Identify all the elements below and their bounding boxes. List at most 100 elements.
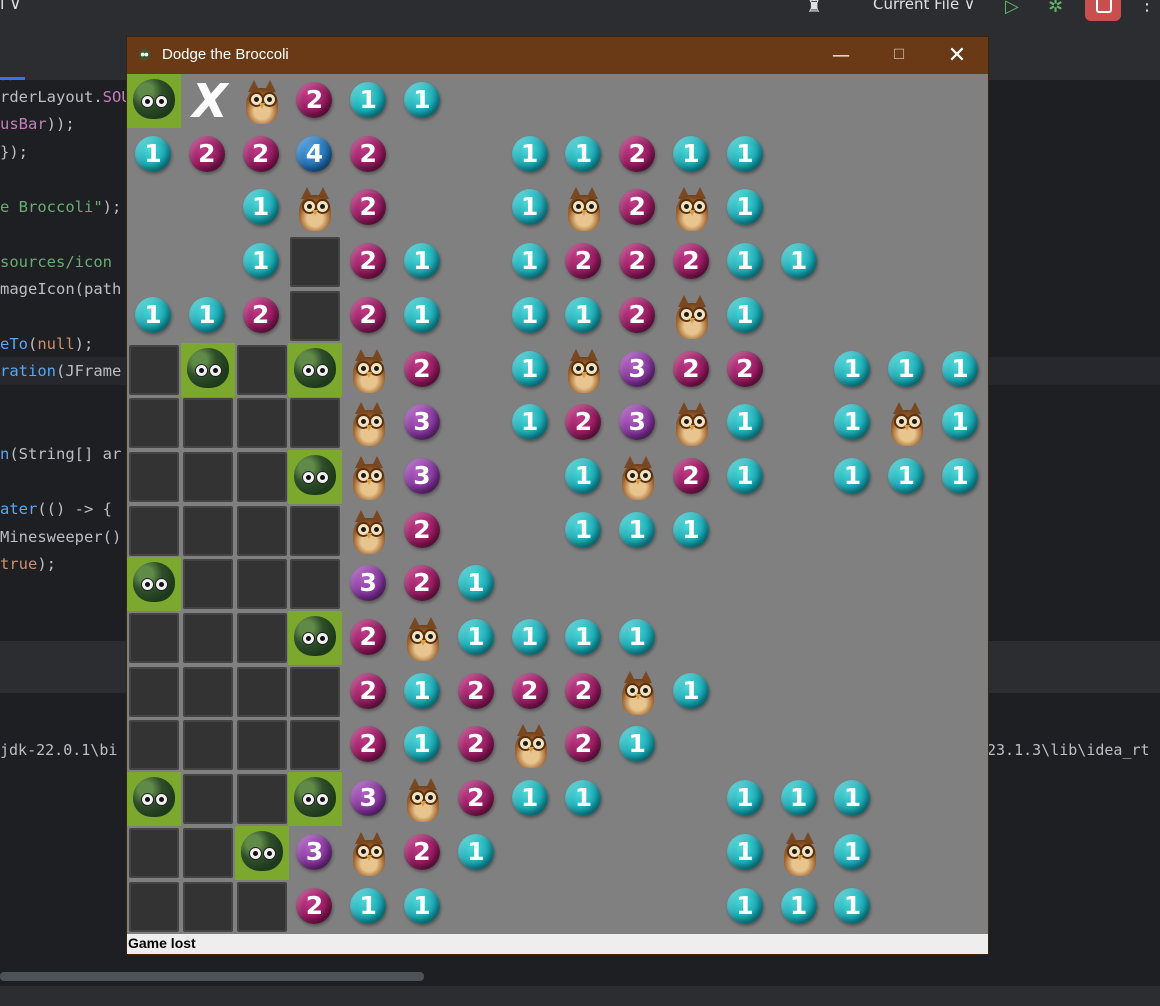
covered-cell[interactable] xyxy=(235,396,289,450)
number-cell[interactable]: 1 xyxy=(235,235,289,289)
number-cell[interactable]: 1 xyxy=(504,128,558,182)
number-cell[interactable]: 1 xyxy=(719,128,773,182)
number-cell[interactable]: 2 xyxy=(288,74,342,128)
number-cell[interactable]: 2 xyxy=(557,718,611,772)
empty-cell[interactable] xyxy=(719,557,773,611)
more-actions-icon[interactable]: ⋮ xyxy=(1138,0,1156,15)
number-cell[interactable]: 1 xyxy=(826,396,880,450)
empty-cell[interactable] xyxy=(826,289,880,343)
broccoli-mine-cell[interactable] xyxy=(288,449,343,504)
empty-cell[interactable] xyxy=(826,718,880,772)
empty-cell[interactable] xyxy=(826,74,880,128)
owl-flag-cell[interactable] xyxy=(611,665,665,719)
owl-flag-cell[interactable] xyxy=(235,74,289,128)
number-cell[interactable]: 1 xyxy=(504,396,558,450)
empty-cell[interactable] xyxy=(773,665,827,719)
empty-cell[interactable] xyxy=(557,557,611,611)
number-cell[interactable]: 1 xyxy=(934,396,988,450)
covered-cell[interactable] xyxy=(288,557,342,611)
window-titlebar[interactable]: Dodge the Broccoli — ☐ ✕ xyxy=(127,37,988,74)
number-cell[interactable]: 2 xyxy=(450,772,504,826)
number-cell[interactable]: 3 xyxy=(342,772,396,826)
number-cell[interactable]: 1 xyxy=(504,343,558,397)
owl-flag-cell[interactable] xyxy=(342,396,396,450)
number-cell[interactable]: 1 xyxy=(934,343,988,397)
empty-cell[interactable] xyxy=(665,880,719,934)
number-cell[interactable]: 1 xyxy=(450,611,504,665)
debug-icon[interactable]: ✲ xyxy=(1048,0,1063,17)
covered-cell[interactable] xyxy=(127,880,181,934)
empty-cell[interactable] xyxy=(611,557,665,611)
empty-cell[interactable] xyxy=(880,289,934,343)
empty-cell[interactable] xyxy=(719,74,773,128)
number-cell[interactable]: 2 xyxy=(611,235,665,289)
number-cell[interactable]: 3 xyxy=(611,396,665,450)
number-cell[interactable]: 1 xyxy=(880,343,934,397)
number-cell[interactable]: 1 xyxy=(504,772,558,826)
number-cell[interactable]: 2 xyxy=(557,665,611,719)
empty-cell[interactable] xyxy=(450,880,504,934)
number-cell[interactable]: 2 xyxy=(665,450,719,504)
covered-cell[interactable] xyxy=(235,557,289,611)
covered-cell[interactable] xyxy=(181,557,235,611)
owl-flag-cell[interactable] xyxy=(665,181,719,235)
broccoli-mine-cell[interactable] xyxy=(288,611,343,665)
number-cell[interactable]: 1 xyxy=(611,504,665,558)
empty-cell[interactable] xyxy=(127,181,181,235)
broccoli-mine-cell[interactable] xyxy=(288,342,343,397)
number-cell[interactable]: 2 xyxy=(342,611,396,665)
number-cell[interactable]: 1 xyxy=(342,880,396,934)
number-cell[interactable]: 1 xyxy=(342,74,396,128)
number-cell[interactable]: 4 xyxy=(288,128,342,182)
number-cell[interactable]: 1 xyxy=(504,181,558,235)
number-cell[interactable]: 1 xyxy=(826,826,880,880)
empty-cell[interactable] xyxy=(934,772,988,826)
empty-cell[interactable] xyxy=(450,235,504,289)
number-cell[interactable]: 1 xyxy=(396,74,450,128)
number-cell[interactable]: 1 xyxy=(719,772,773,826)
broccoli-mine-cell[interactable] xyxy=(127,74,181,128)
empty-cell[interactable] xyxy=(826,557,880,611)
ide-menu-fragment[interactable]: l ∨ xyxy=(0,0,21,13)
empty-cell[interactable] xyxy=(504,826,558,880)
covered-cell[interactable] xyxy=(181,504,235,558)
run-icon[interactable]: ▷ xyxy=(1005,0,1019,17)
empty-cell[interactable] xyxy=(826,611,880,665)
number-cell[interactable]: 2 xyxy=(342,181,396,235)
number-cell[interactable]: 2 xyxy=(342,718,396,772)
number-cell[interactable]: 1 xyxy=(504,235,558,289)
covered-cell[interactable] xyxy=(288,235,342,289)
number-cell[interactable]: 1 xyxy=(826,880,880,934)
covered-cell[interactable] xyxy=(181,450,235,504)
empty-cell[interactable] xyxy=(611,772,665,826)
empty-cell[interactable] xyxy=(773,181,827,235)
covered-cell[interactable] xyxy=(181,880,235,934)
maximize-button[interactable]: ☐ xyxy=(870,37,928,74)
empty-cell[interactable] xyxy=(181,181,235,235)
empty-cell[interactable] xyxy=(934,611,988,665)
build-icon[interactable]: ♜ xyxy=(806,0,822,17)
covered-cell[interactable] xyxy=(181,665,235,719)
covered-cell[interactable] xyxy=(181,772,235,826)
number-cell[interactable]: 1 xyxy=(719,826,773,880)
covered-cell[interactable] xyxy=(127,396,181,450)
number-cell[interactable]: 1 xyxy=(773,235,827,289)
empty-cell[interactable] xyxy=(450,128,504,182)
number-cell[interactable]: 1 xyxy=(719,450,773,504)
covered-cell[interactable] xyxy=(235,343,289,397)
empty-cell[interactable] xyxy=(934,880,988,934)
broccoli-mine-cell[interactable] xyxy=(127,772,181,827)
empty-cell[interactable] xyxy=(719,718,773,772)
owl-flag-cell[interactable] xyxy=(665,289,719,343)
empty-cell[interactable] xyxy=(880,128,934,182)
number-cell[interactable]: 3 xyxy=(396,396,450,450)
number-cell[interactable]: 1 xyxy=(396,880,450,934)
number-cell[interactable]: 1 xyxy=(504,611,558,665)
empty-cell[interactable] xyxy=(880,665,934,719)
number-cell[interactable]: 1 xyxy=(557,128,611,182)
empty-cell[interactable] xyxy=(773,718,827,772)
owl-flag-cell[interactable] xyxy=(396,772,450,826)
number-cell[interactable]: 1 xyxy=(557,772,611,826)
covered-cell[interactable] xyxy=(127,450,181,504)
number-cell[interactable]: 2 xyxy=(611,289,665,343)
